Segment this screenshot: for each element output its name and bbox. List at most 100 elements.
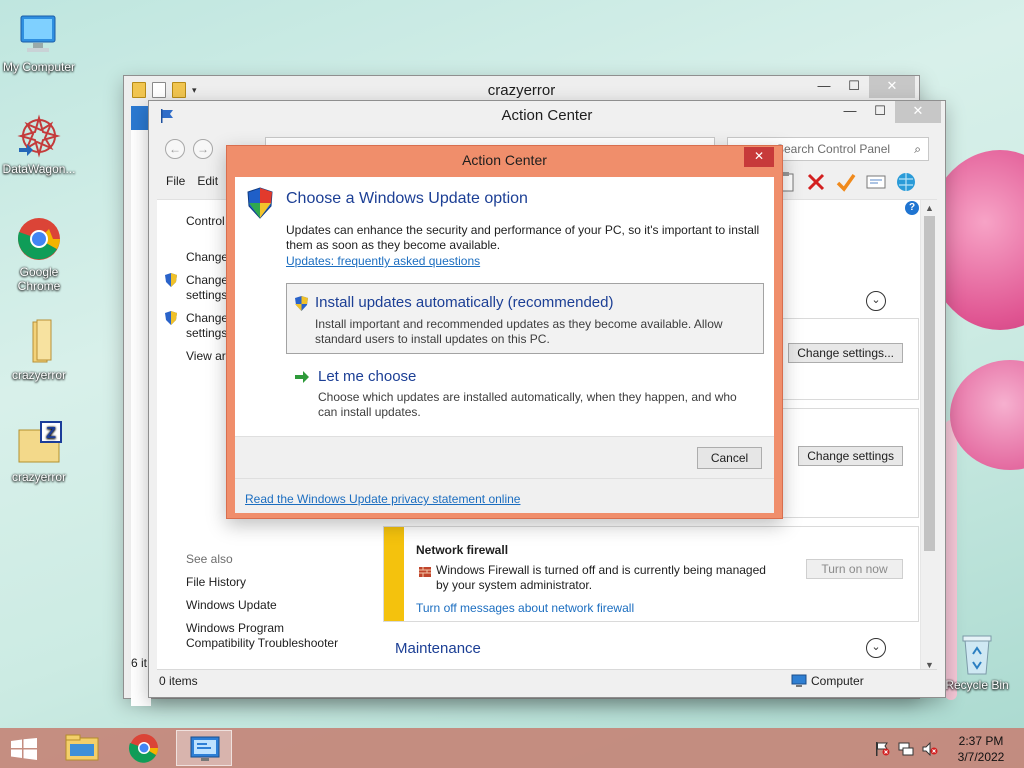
search-icon[interactable]: ⌕ — [914, 142, 921, 157]
volume-muted-icon[interactable] — [922, 742, 938, 756]
globe-icon[interactable] — [895, 171, 917, 193]
status-bar: 0 items Computer — [157, 669, 937, 691]
taskbar-control-panel[interactable] — [176, 730, 232, 766]
security-expand-chevron-icon[interactable]: ⌄ — [866, 291, 886, 311]
network-icon[interactable] — [898, 742, 914, 756]
dialog-heading: Choose a Windows Update option — [286, 190, 528, 207]
windows-update-dialog[interactable]: Action Center ✕ Choose a Windows Update … — [226, 145, 783, 519]
change-uac-settings-link[interactable]: Change settings — [186, 273, 228, 303]
action-center-flag-icon[interactable] — [874, 742, 890, 756]
folder-icon — [15, 318, 63, 366]
file-history-link[interactable]: File History — [186, 575, 246, 590]
taskbar-google-chrome[interactable] — [116, 730, 172, 766]
firewall-title: Network firewall — [416, 543, 509, 557]
dialog-titlebar[interactable]: Action Center ✕ — [227, 146, 782, 174]
desktop-icon-crazyerror-zip[interactable]: Z crazyerror — [0, 420, 78, 484]
option-description: Choose which updates are installed autom… — [318, 390, 737, 419]
dialog-body: Choose a Windows Update option Updates c… — [235, 177, 774, 513]
control-panel-home-link[interactable]: Control — [186, 214, 225, 229]
desktop-icon-label: crazyerror — [11, 470, 66, 484]
close-button[interactable]: ✕ — [869, 76, 915, 98]
dialog-close-button[interactable]: ✕ — [744, 147, 774, 167]
maximize-button[interactable]: ☐ — [839, 76, 869, 98]
location-label: Computer — [811, 674, 864, 688]
change-action-center-settings-link[interactable]: Change — [186, 250, 228, 265]
explorer-status-text: 6 it — [131, 656, 148, 670]
close-button[interactable]: ✕ — [895, 101, 941, 123]
change-smartscreen-settings-link[interactable]: Change settings — [186, 311, 228, 341]
scrollbar-thumb[interactable] — [924, 216, 935, 551]
properties-icon[interactable] — [152, 82, 166, 98]
desktop-icon-label: DataWagon... — [2, 162, 76, 176]
desktop-icon-recycle-bin[interactable]: Recycle Bin — [937, 632, 1017, 692]
green-arrow-icon — [295, 371, 309, 383]
minimize-button[interactable]: — — [835, 101, 865, 123]
start-button-windows-icon[interactable] — [10, 738, 38, 760]
shield-icon — [165, 311, 177, 325]
wallpaper-flower — [950, 360, 1024, 470]
cancel-button[interactable]: Cancel — [697, 447, 762, 469]
forward-button[interactable]: → — [193, 139, 213, 159]
turn-off-firewall-messages-link[interactable]: Turn off messages about network firewall — [416, 601, 634, 615]
change-settings-button-2[interactable]: Change settings — [798, 446, 903, 466]
change-settings-button[interactable]: Change settings... — [788, 343, 903, 363]
clock[interactable]: 2:37 PM 3/7/2022 — [946, 733, 1016, 765]
let-me-choose-option[interactable]: Let me choose Choose which updates are i… — [286, 365, 764, 423]
menu-edit[interactable]: Edit — [197, 174, 218, 194]
firewall-panel: Network firewall Windows Firewall is tur… — [383, 526, 919, 622]
window-controls: — ☐ ✕ — [809, 76, 915, 98]
maintenance-heading[interactable]: Maintenance — [395, 640, 481, 657]
view-archived-messages-link[interactable]: View arc — [186, 349, 232, 364]
taskbar: 2:37 PM 3/7/2022 — [0, 728, 1024, 768]
window-title: Action Center — [501, 107, 593, 124]
menu-bar: File Edit — [157, 174, 218, 194]
folder-icon — [132, 82, 146, 98]
windows-security-shield-icon — [247, 187, 273, 219]
maximize-button[interactable]: ☐ — [865, 101, 895, 123]
dialog-description: Updates can enhance the security and per… — [286, 223, 760, 252]
desktop-icon-label: Google Chrome — [17, 265, 61, 293]
desktop-icon-crazyerror-folder[interactable]: crazyerror — [0, 318, 78, 382]
action-center-titlebar[interactable]: Action Center — ☐ ✕ — [149, 101, 945, 131]
system-tray: 2:37 PM 3/7/2022 — [870, 730, 1016, 766]
dropdown-arrow-icon[interactable]: ▾ — [192, 82, 197, 98]
dialog-footer: Read the Windows Update privacy statemen… — [235, 478, 774, 513]
help-icon[interactable]: ? — [905, 201, 919, 215]
turn-on-now-button[interactable]: Turn on now — [806, 559, 903, 579]
firewall-message: Windows Firewall is turned off and is cu… — [436, 563, 766, 592]
control-panel-icon — [190, 736, 220, 761]
delete-icon[interactable] — [805, 171, 827, 193]
option-description: Install important and recommended update… — [315, 317, 723, 346]
privacy-statement-link[interactable]: Read the Windows Update privacy statemen… — [245, 492, 520, 506]
chrome-icon — [15, 215, 63, 263]
message-icon[interactable] — [865, 171, 887, 193]
chrome-icon — [128, 734, 158, 763]
new-folder-icon[interactable] — [172, 82, 186, 98]
compatibility-troubleshooter-link[interactable]: Windows Program Compatibility Troublesho… — [186, 621, 338, 651]
shield-icon — [165, 273, 177, 287]
desktop-icon-label: Recycle Bin — [945, 678, 1009, 692]
maintenance-expand-chevron-icon[interactable]: ⌄ — [866, 638, 886, 658]
windows-update-link[interactable]: Windows Update — [186, 598, 277, 613]
menu-file[interactable]: File — [166, 174, 185, 194]
desktop-icon-google-chrome[interactable]: Google Chrome — [0, 215, 78, 293]
vertical-scrollbar[interactable]: ▲ ▼ — [920, 200, 937, 673]
back-button[interactable]: ← — [165, 139, 185, 159]
desktop-icon-datawagon[interactable]: DataWagon... — [0, 112, 78, 176]
checkmark-icon[interactable] — [835, 171, 857, 193]
search-placeholder: Search Control Panel — [776, 142, 891, 156]
desktop-icon-label: crazyerror — [11, 368, 66, 382]
firewall-icon — [419, 567, 431, 577]
warning-color-bar — [384, 527, 404, 621]
desktop-icon-label: My Computer — [2, 60, 76, 74]
desktop-icon-my-computer[interactable]: My Computer — [0, 10, 78, 74]
quick-access-toolbar: ▾ — [132, 82, 197, 98]
scroll-up-icon[interactable]: ▲ — [921, 200, 938, 216]
taskbar-file-explorer[interactable] — [54, 730, 110, 766]
updates-faq-link[interactable]: Updates: frequently asked questions — [286, 254, 480, 268]
svg-text:Z: Z — [46, 425, 56, 442]
minimize-button[interactable]: — — [809, 76, 839, 98]
option-title: Install updates automatically (recommend… — [315, 294, 614, 311]
uac-shield-icon — [295, 296, 308, 311]
install-automatically-option[interactable]: Install updates automatically (recommend… — [286, 283, 764, 354]
